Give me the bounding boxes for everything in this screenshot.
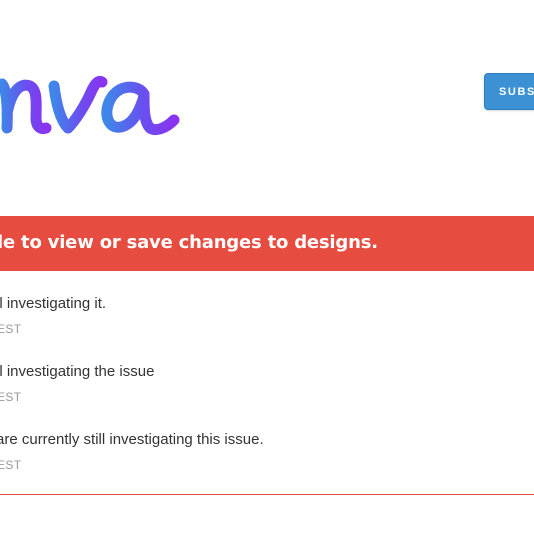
update-item: ll investigating it. EST [0, 295, 534, 355]
update-body: are currently still investigating this i… [0, 431, 264, 448]
status-page: SUBSCRIBE le to view or save changes to … [0, 0, 534, 534]
update-item: ll investigating the issue EST [0, 363, 534, 423]
subscribe-button[interactable]: SUBSCRIBE [484, 73, 534, 110]
canva-logo[interactable] [0, 44, 198, 144]
incident-title: le to view or save changes to designs. [0, 232, 378, 253]
update-item: are currently still investigating this i… [0, 431, 534, 491]
update-body: ll investigating the issue [0, 363, 155, 380]
update-timestamp: EST [0, 322, 22, 336]
update-timestamp: EST [0, 458, 22, 472]
update-body: ll investigating it. [0, 295, 107, 312]
incident-banner: le to view or save changes to designs. [0, 216, 534, 271]
incident-updates: ll investigating it. EST ll investigatin… [0, 271, 534, 495]
update-timestamp: EST [0, 390, 22, 404]
